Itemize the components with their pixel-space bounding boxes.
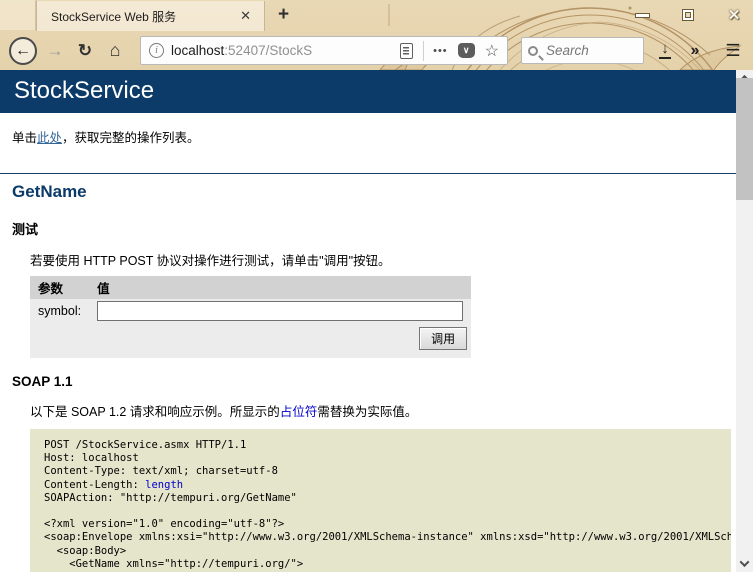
- test-heading: 测试: [12, 219, 736, 238]
- soap-request-code: POST /StockService.asmx HTTP/1.1Host: lo…: [30, 429, 731, 572]
- placeholder-word: 占位符: [280, 405, 318, 419]
- close-icon: ✕: [728, 6, 741, 24]
- scroll-down-button[interactable]: [736, 555, 753, 572]
- maximize-icon: [683, 10, 693, 20]
- downloads-button[interactable]: ↓: [652, 31, 678, 70]
- urlbar-separator: [423, 41, 424, 61]
- symbol-param-label: symbol:: [30, 299, 89, 323]
- download-icon: ↓: [659, 42, 671, 59]
- vertical-scrollbar[interactable]: [736, 70, 753, 572]
- page-actions-icon[interactable]: •••: [433, 45, 448, 57]
- params-header-row: 参数 值: [30, 276, 471, 299]
- window-controls: ✕: [631, 0, 745, 30]
- back-button[interactable]: ←: [6, 31, 40, 70]
- page-content: StockService 单击此处，获取完整的操作列表。 GetName 测试 …: [0, 70, 736, 572]
- bookmark-star-icon[interactable]: ☆: [485, 41, 499, 61]
- search-bar[interactable]: Search: [521, 37, 644, 64]
- url-path: :52407/StockS: [224, 43, 312, 58]
- search-icon: [528, 46, 538, 56]
- soap-heading: SOAP 1.1: [12, 374, 736, 389]
- test-instruction: 若要使用 HTTP POST 协议对操作进行测试，请单击"调用"按钮。: [30, 250, 736, 269]
- minimize-icon: [636, 14, 649, 17]
- back-icon: ←: [9, 37, 37, 65]
- titlebar: StockService Web 服务 ✕ + ✕: [0, 0, 753, 31]
- tab-title: StockService Web 服务: [51, 8, 235, 25]
- forward-button[interactable]: →: [42, 31, 68, 70]
- titlebar-spacer: [0, 0, 36, 30]
- service-banner: StockService: [0, 70, 736, 113]
- overflow-menu-button[interactable]: »: [682, 31, 708, 70]
- operations-list-link[interactable]: 此处: [37, 131, 62, 145]
- maximize-button[interactable]: [677, 4, 699, 26]
- new-tab-button[interactable]: +: [272, 4, 295, 26]
- minimize-button[interactable]: [631, 4, 653, 26]
- soap-desc-suffix: 需替换为实际值。: [317, 405, 417, 419]
- tab-stockservice[interactable]: StockService Web 服务 ✕: [36, 1, 265, 31]
- soap-description: 以下是 SOAP 1.2 请求和响应示例。所显示的占位符需替换为实际值。: [30, 401, 736, 420]
- nav-toolbar: ← → ↻ ⌂ i localhost:52407/StockS ••• ∨ ☆…: [0, 31, 753, 70]
- page-viewport: StockService 单击此处，获取完整的操作列表。 GetName 测试 …: [0, 70, 753, 572]
- intro-text: 单击此处，获取完整的操作列表。: [12, 127, 736, 146]
- page-title: StockService: [14, 77, 154, 104]
- param-column-header: 参数: [30, 276, 89, 299]
- intro-prefix: 单击: [12, 131, 37, 145]
- browser-chrome: StockService Web 服务 ✕ + ✕ ← → ↻ ⌂ i loca…: [0, 0, 753, 70]
- home-button[interactable]: ⌂: [102, 31, 128, 70]
- url-bar[interactable]: i localhost:52407/StockS ••• ∨ ☆: [140, 36, 508, 65]
- operation-heading: GetName: [12, 182, 736, 202]
- site-info-icon[interactable]: i: [149, 43, 164, 58]
- symbol-param-row: symbol:: [30, 299, 471, 323]
- browser-window: StockService Web 服务 ✕ + ✕ ← → ↻ ⌂ i loca…: [0, 0, 753, 572]
- reload-button[interactable]: ↻: [72, 31, 98, 70]
- intro-suffix: ，获取完整的操作列表。: [62, 131, 200, 145]
- soap-desc-prefix: 以下是 SOAP 1.2 请求和响应示例。所显示的: [30, 405, 280, 419]
- section-divider: [0, 173, 736, 174]
- chevron-down-icon: [740, 557, 750, 567]
- hamburger-menu-button[interactable]: ☰: [718, 31, 748, 70]
- params-table: 参数 值 symbol: 调用: [30, 276, 471, 358]
- url-text[interactable]: localhost:52407/StockS: [171, 43, 394, 58]
- symbol-input[interactable]: [97, 301, 463, 321]
- close-window-button[interactable]: ✕: [723, 4, 745, 26]
- invoke-button[interactable]: 调用: [419, 327, 467, 350]
- scrollbar-thumb[interactable]: [736, 78, 753, 200]
- reader-mode-icon[interactable]: [400, 43, 413, 59]
- tab-close-icon[interactable]: ✕: [235, 6, 256, 26]
- value-column-header: 值: [89, 276, 471, 299]
- invoke-row: 调用: [30, 323, 471, 358]
- pocket-icon[interactable]: ∨: [458, 43, 475, 58]
- search-placeholder: Search: [546, 43, 589, 58]
- url-host: localhost: [171, 43, 224, 58]
